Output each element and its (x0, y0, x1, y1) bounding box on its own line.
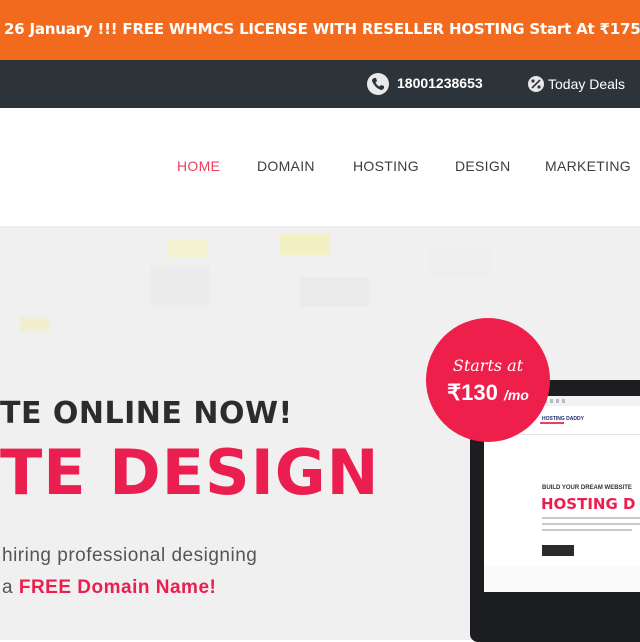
contact-bar (0, 60, 640, 108)
nav-item-domain[interactable]: DOMAIN (257, 158, 315, 174)
background-shape (150, 267, 210, 307)
nav-item-hosting[interactable]: HOSTING (353, 158, 419, 174)
hero-subheading: TE ONLINE NOW! (0, 396, 293, 431)
main-navigation (0, 108, 640, 227)
screen-footer (484, 566, 640, 592)
nav-item-home[interactable]: HOME (177, 158, 220, 174)
promo-banner[interactable]: 26 January !!! FREE WHMCS LICENSE WITH R… (0, 0, 640, 60)
screen-logo-underline (540, 422, 564, 424)
background-sticky-note (168, 239, 208, 257)
deals-icon (528, 76, 544, 92)
screen-text-line (542, 517, 640, 519)
screen-cta-button (542, 545, 574, 556)
price-period: /mo (503, 387, 529, 403)
hero-description-line-1: hiring professional designing (2, 545, 258, 566)
background-sticky-note (280, 233, 330, 255)
phone-number[interactable]: 18001238653 (397, 75, 483, 91)
screen-headline: BUILD YOUR DREAM WEBSITE (542, 485, 632, 491)
screen-text-line (542, 529, 632, 531)
screen-text-line (542, 523, 640, 525)
hero-description-prefix: a (2, 577, 19, 598)
background-shape (430, 247, 490, 277)
nav-item-marketing[interactable]: MARKETING (545, 158, 631, 174)
hero-heading: TE DESIGN (0, 436, 380, 509)
price-starts-label: Starts at (452, 356, 524, 375)
price-badge: Starts at ₹130 /mo (426, 318, 550, 442)
free-domain-highlight: FREE Domain Name! (18, 577, 217, 598)
nav-item-design[interactable]: DESIGN (455, 158, 510, 174)
price-value: ₹130 (447, 380, 498, 405)
promo-message: 26 January !!! FREE WHMCS LICENSE WITH R… (4, 20, 640, 38)
phone-icon (367, 73, 389, 95)
today-deals-link[interactable]: Today Deals (548, 76, 625, 92)
promo-text: 26 January !!! FREE WHMCS LICENSE WITH R… (4, 20, 640, 38)
price-amount: ₹130 /mo (426, 380, 550, 406)
background-shape (300, 277, 370, 307)
screen-title: HOSTING D (541, 495, 636, 513)
background-sticky-note (20, 317, 50, 331)
hero-description-line-2: a FREE Domain Name! (2, 577, 216, 599)
